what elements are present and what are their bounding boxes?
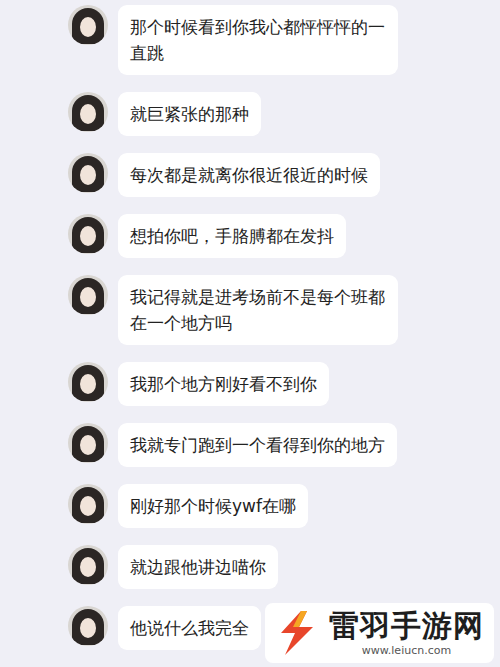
avatar-photo[interactable] [68,545,108,585]
message-text: 每次都是就离你很近很近的时候 [130,165,368,185]
lightning-logo-icon [271,607,323,659]
message-bubble: 我就专门跑到一个看得到你的地方 [118,423,397,467]
avatar-photo[interactable] [68,92,108,132]
message-text: 我就专门跑到一个看得到你的地方 [130,435,385,455]
message-text: 那个时候看到你我心都怦怦怦的一直跳 [130,17,385,63]
watermark: 雷羽手游网www.leiucn.com [265,603,494,663]
message-text: 就边跟他讲边喵你 [130,557,266,577]
message-bubble: 就巨紧张的那种 [118,92,261,136]
message-row: 每次都是就离你很近很近的时候 [68,153,400,197]
message-bubble: 他说什么我完全 [118,606,261,650]
message-row: 想拍你吧，手胳膊都在发抖 [68,214,400,258]
message-text: 我那个地方刚好看不到你 [130,374,317,394]
message-text: 刚好那个时候ywf在哪 [130,496,296,516]
message-row: 就边跟他讲边喵你 [68,545,400,589]
message-bubble: 我那个地方刚好看不到你 [118,362,329,406]
message-text: 我记得就是进考场前不是每个班都在一个地方吗 [130,287,385,333]
avatar-photo[interactable] [68,153,108,193]
message-row: 那个时候看到你我心都怦怦怦的一直跳 [68,5,400,75]
avatar-photo[interactable] [68,275,108,315]
message-row: 刚好那个时候ywf在哪 [68,484,400,528]
message-bubble: 我记得就是进考场前不是每个班都在一个地方吗 [118,275,398,345]
message-row: 我记得就是进考场前不是每个班都在一个地方吗 [68,275,400,345]
message-text: 他说什么我完全 [130,618,249,638]
message-bubble: 刚好那个时候ywf在哪 [118,484,308,528]
message-text: 想拍你吧，手胳膊都在发抖 [130,226,334,246]
message-row: 我那个地方刚好看不到你 [68,362,400,406]
avatar-photo[interactable] [68,5,108,45]
message-row: 就巨紧张的那种 [68,92,400,136]
message-bubble: 每次都是就离你很近很近的时候 [118,153,380,197]
message-row: 我就专门跑到一个看得到你的地方 [68,423,400,467]
message-bubble: 就边跟他讲边喵你 [118,545,278,589]
avatar-photo[interactable] [68,362,108,402]
avatar-photo[interactable] [68,423,108,463]
watermark-name: 雷羽手游网 [329,608,484,644]
watermark-url: www.leiucn.com [362,644,451,658]
avatar-photo[interactable] [68,484,108,524]
message-text: 就巨紧张的那种 [130,104,249,124]
avatar-photo[interactable] [68,214,108,254]
message-bubble: 那个时候看到你我心都怦怦怦的一直跳 [118,5,398,75]
message-list: 那个时候看到你我心都怦怦怦的一直跳就巨紧张的那种每次都是就离你很近很近的时候想拍… [0,0,500,650]
chat-screen: 那个时候看到你我心都怦怦怦的一直跳就巨紧张的那种每次都是就离你很近很近的时候想拍… [0,0,500,667]
message-bubble: 想拍你吧，手胳膊都在发抖 [118,214,346,258]
avatar-photo[interactable] [68,606,108,646]
